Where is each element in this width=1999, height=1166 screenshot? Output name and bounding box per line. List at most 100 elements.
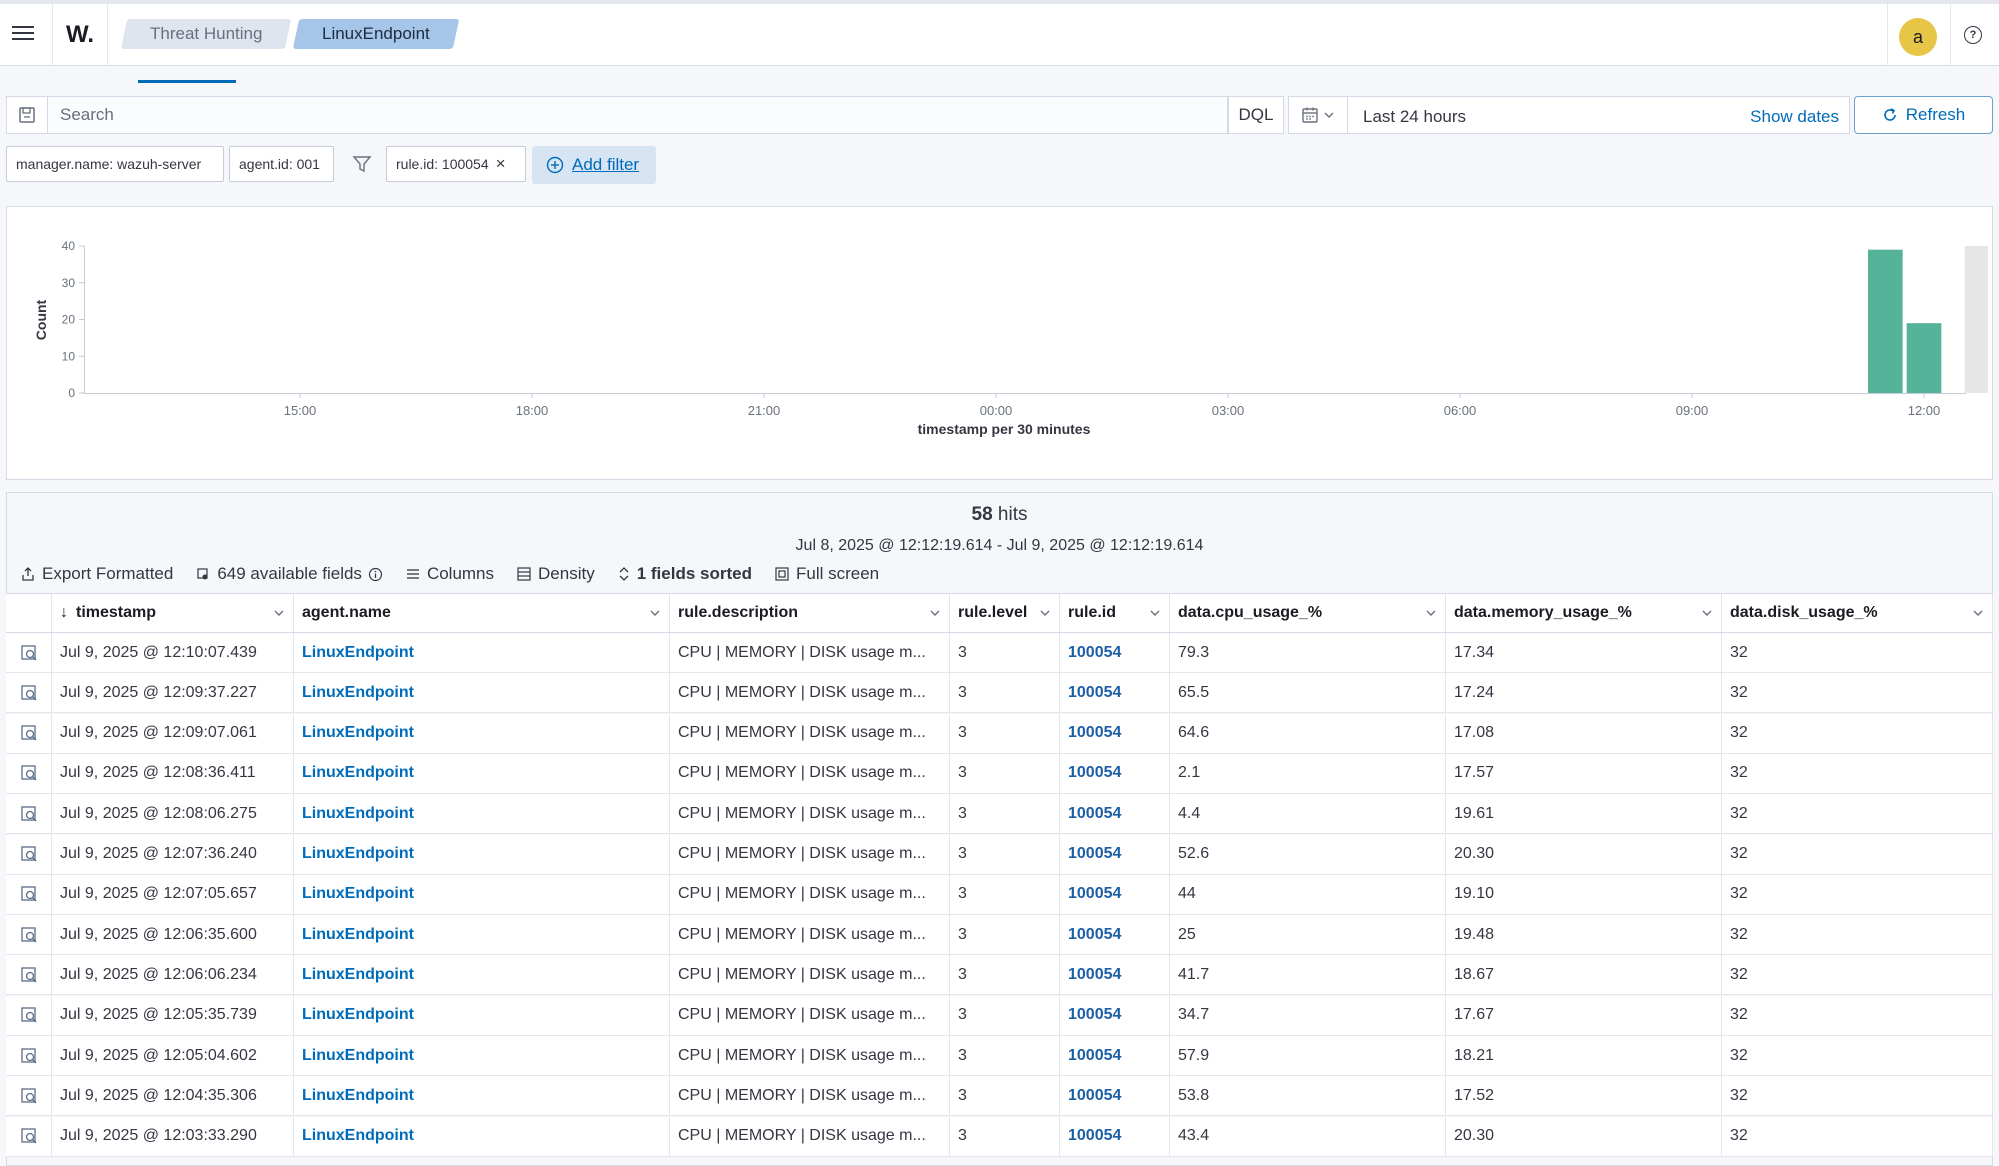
inspect-document-button[interactable] [6,673,52,713]
cell-rule-id[interactable]: 100054 [1060,1076,1170,1116]
column-header-timestamp[interactable]: ↓ timestamp [52,594,294,632]
chevron-down-icon[interactable] [1701,607,1713,619]
cell-rule-id[interactable]: 100054 [1060,874,1170,914]
menu-icon[interactable] [12,22,34,42]
inspect-document-button[interactable] [6,713,52,753]
inspect-document-button[interactable] [6,753,52,793]
cell-rule-id[interactable]: 100054 [1060,834,1170,874]
inspect-document-button[interactable] [6,794,52,834]
cell-rule-id[interactable]: 100054 [1060,915,1170,955]
full-screen-button[interactable]: Full screen [774,564,879,584]
cell-rule-id[interactable]: 100054 [1060,794,1170,834]
cell-agent-name[interactable]: LinuxEndpoint [294,995,670,1035]
histogram-chart[interactable]: 0 10 20 30 40 15:00 18:00 21:00 00:00 03:00 06:00… [0,206,1999,480]
sort-button[interactable]: 1 fields sorted [617,564,752,584]
filter-icon[interactable] [352,154,372,174]
date-quick-menu[interactable] [1288,96,1348,134]
chevron-down-icon[interactable] [1039,607,1051,619]
cell-data-disk-usage-: 32 [1722,1036,1993,1075]
cell-rule-id[interactable]: 100054 [1060,633,1170,672]
chevron-down-icon[interactable] [649,607,661,619]
query-language-button[interactable]: DQL [1228,96,1284,134]
inspect-icon [20,1007,37,1023]
column-header-rule-id[interactable]: rule.id [1060,594,1170,632]
histogram-bar[interactable] [1906,323,1942,393]
cell-rule-description: CPU | MEMORY | DISK usage m... [670,874,950,914]
cell-rule-id[interactable]: 100054 [1060,753,1170,793]
cell-agent-name[interactable]: LinuxEndpoint [294,633,670,672]
date-range-display[interactable]: Last 24 hours Show dates [1348,96,1850,134]
results-time-range: Jul 8, 2025 @ 12:12:19.614 - Jul 9, 2025… [795,537,1204,554]
inspect-document-button[interactable] [6,1076,52,1116]
inspect-icon [20,846,37,862]
inspect-document-button[interactable] [6,915,52,955]
cell-rule-id[interactable]: 100054 [1060,1116,1170,1156]
chevron-down-icon[interactable] [1972,607,1984,619]
column-header-data-memory-usage-[interactable]: data.memory_usage_% [1446,594,1722,632]
inspect-icon [20,685,37,701]
cell-timestamp: Jul 9, 2025 @ 12:07:05.657 [52,874,294,914]
close-icon[interactable]: × [496,154,506,174]
cell-rule-id[interactable]: 100054 [1060,995,1170,1035]
avatar[interactable]: a [1899,18,1937,56]
chevron-down-icon[interactable] [929,607,941,619]
column-header-rule-level[interactable]: rule.level [950,594,1060,632]
filter-pill-rule[interactable]: rule.id: 100054 × [386,146,526,182]
inspect-document-button[interactable] [6,874,52,914]
cell-agent-name[interactable]: LinuxEndpoint [294,1036,670,1075]
chevron-down-icon[interactable] [1425,607,1437,619]
inspect-icon [20,644,37,661]
cell-rule-id[interactable]: 100054 [1060,955,1170,995]
query-bar: DQL Last 24 hours Show dates Refresh [6,96,1993,134]
inspect-document-button[interactable] [6,1036,52,1075]
cell-agent-name[interactable]: LinuxEndpoint [294,874,670,914]
inspect-document-button[interactable] [6,1116,52,1156]
breadcrumb-threat-hunting[interactable]: Threat Hunting [120,19,292,49]
inspect-document-button[interactable] [6,995,52,1035]
cell-rule-id[interactable]: 100054 [1060,1036,1170,1075]
show-dates-link[interactable]: Show dates [1750,107,1839,127]
table-row: Jul 9, 2025 @ 12:09:37.227 LinuxEndpoint C… [6,673,1993,714]
cell-agent-name[interactable]: LinuxEndpoint [294,794,670,834]
cell-agent-name[interactable]: LinuxEndpoint [294,955,670,995]
cell-agent-name[interactable]: LinuxEndpoint [294,673,670,713]
inspect-document-button[interactable] [6,633,52,672]
search-input[interactable] [48,96,1228,134]
cell-agent-name[interactable]: LinuxEndpoint [294,1116,670,1156]
help-icon[interactable]: ? [1964,26,1982,44]
cell-agent-name[interactable]: LinuxEndpoint [294,915,670,955]
cell-rule-id[interactable]: 100054 [1060,673,1170,713]
available-fields-button[interactable]: 649 available fields [195,564,383,584]
brand-logo[interactable]: W. [52,4,108,66]
inspect-document-button[interactable] [6,834,52,874]
column-header-data-cpu-usage-[interactable]: data.cpu_usage_% [1170,594,1446,632]
cell-agent-name[interactable]: LinuxEndpoint [294,1076,670,1116]
table-row: Jul 9, 2025 @ 12:09:07.061 LinuxEndpoint C… [6,713,1993,754]
columns-button[interactable]: Columns [405,564,494,584]
cell-agent-name[interactable]: LinuxEndpoint [294,713,670,753]
cell-agent-name[interactable]: LinuxEndpoint [294,753,670,793]
column-header-agent-name[interactable]: agent.name [294,594,670,632]
table-row: Jul 9, 2025 @ 12:07:36.240 LinuxEndpoint C… [6,834,1993,875]
add-filter-button[interactable]: Add filter [532,146,656,184]
column-header-rule-description[interactable]: rule.description [670,594,950,632]
column-header-label: rule.description [678,604,799,621]
filter-label: rule.id: 100054 [396,156,489,172]
column-header-data-disk-usage-[interactable]: data.disk_usage_% [1722,594,1993,632]
inspect-document-button[interactable] [6,955,52,995]
cell-agent-name[interactable]: LinuxEndpoint [294,834,670,874]
saved-query-button[interactable] [6,96,48,134]
column-header-label: agent.name [302,604,391,621]
refresh-button[interactable]: Refresh [1854,96,1993,134]
filter-pill-manager[interactable]: manager.name: wazuh-server [6,146,224,182]
cell-timestamp: Jul 9, 2025 @ 12:08:36.411 [52,753,294,793]
export-formatted-button[interactable]: Export Formatted [20,564,173,584]
x-tick-label: 12:00 [1908,403,1941,418]
chevron-down-icon[interactable] [1149,607,1161,619]
chevron-down-icon[interactable] [273,607,285,619]
cell-rule-id[interactable]: 100054 [1060,713,1170,753]
cell-data-disk-usage-: 32 [1722,1076,1993,1116]
histogram-bar[interactable] [1868,249,1903,393]
density-button[interactable]: Density [516,564,595,584]
filter-pill-agent[interactable]: agent.id: 001 [229,146,334,182]
